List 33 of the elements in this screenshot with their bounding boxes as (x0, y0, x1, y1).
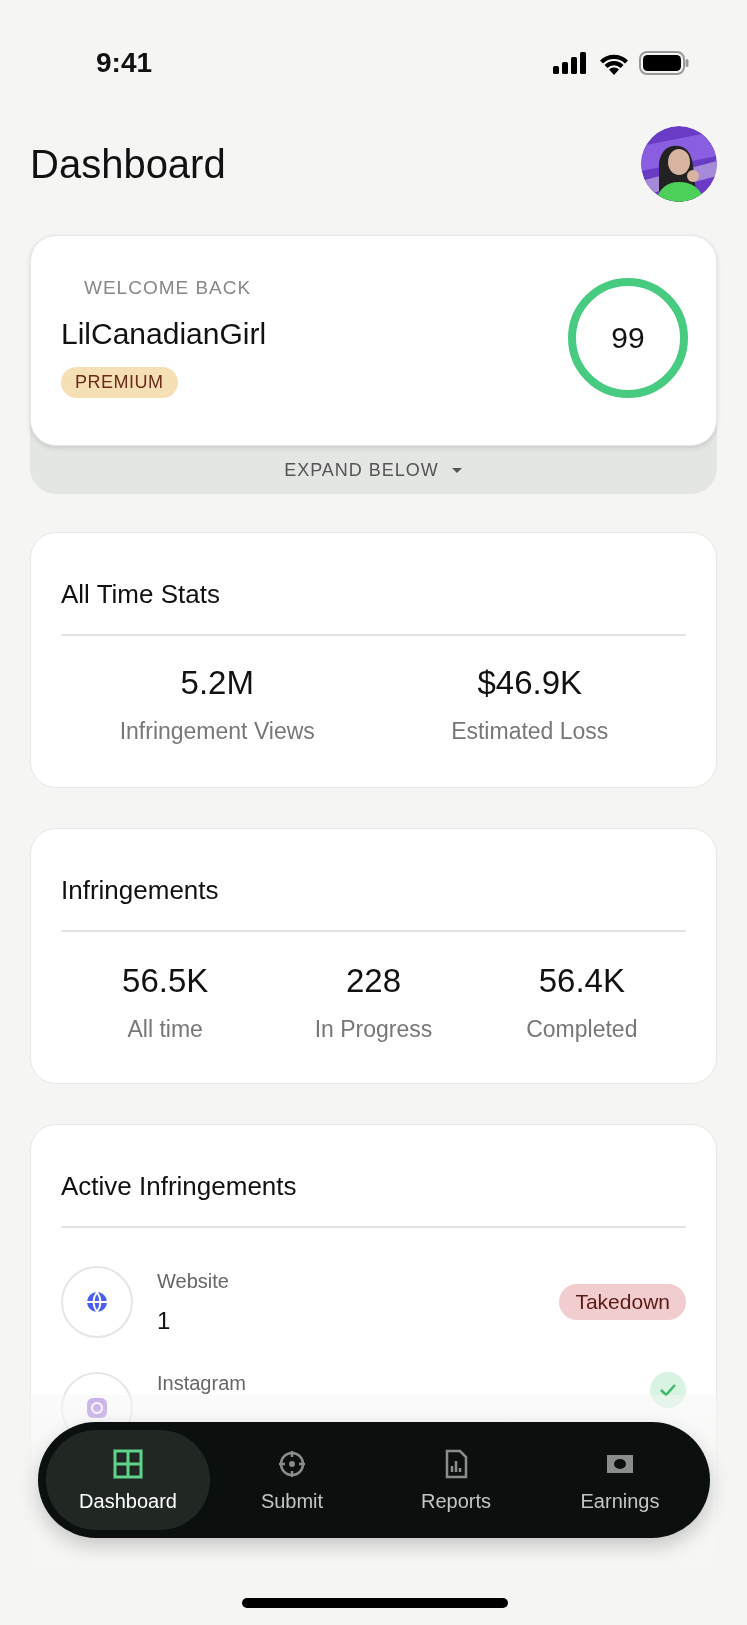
stat-label: Completed (526, 1016, 638, 1043)
status-time: 9:41 (96, 47, 153, 79)
page-title: Dashboard (30, 141, 226, 187)
tab[interactable]: Reports (374, 1430, 538, 1530)
stat-value: 56.5K (122, 962, 209, 1000)
stat-value: $46.9K (477, 664, 583, 702)
tab[interactable]: Earnings (538, 1430, 702, 1530)
status-badge: Takedown (559, 1284, 686, 1320)
signal-icon (553, 52, 589, 74)
battery-icon (639, 51, 689, 75)
stat-value: 5.2M (180, 664, 254, 702)
expand-button[interactable]: EXPAND BELOW (30, 446, 717, 494)
globe-icon (85, 1290, 109, 1314)
caret-icon (450, 466, 463, 474)
welcome-label: WELCOME BACK (84, 277, 252, 299)
stat-label: All time (127, 1016, 203, 1043)
stat-value: 228 (345, 962, 401, 1000)
tab[interactable]: Submit (210, 1430, 374, 1530)
card-title: All Time Stats (61, 578, 221, 611)
grid-icon (112, 1447, 144, 1480)
platform-name: Website (157, 1269, 230, 1293)
stat-value: 56.4K (538, 962, 625, 1000)
tab[interactable]: Dashboard (46, 1430, 210, 1530)
username: LilCanadianGirl (61, 317, 267, 351)
platform-name: Instagram (157, 1372, 247, 1395)
card-title: Infringements (61, 874, 220, 907)
infringement-count: 1 (157, 1306, 172, 1335)
stat-label: Infringement Views (119, 718, 315, 745)
score-ring: 99 (568, 277, 688, 398)
card-title: Active Infringements (61, 1170, 298, 1203)
stat-label: In Progress (314, 1016, 433, 1043)
plan-badge: PREMIUM (61, 367, 178, 398)
stat-label: Estimated Loss (451, 718, 609, 745)
